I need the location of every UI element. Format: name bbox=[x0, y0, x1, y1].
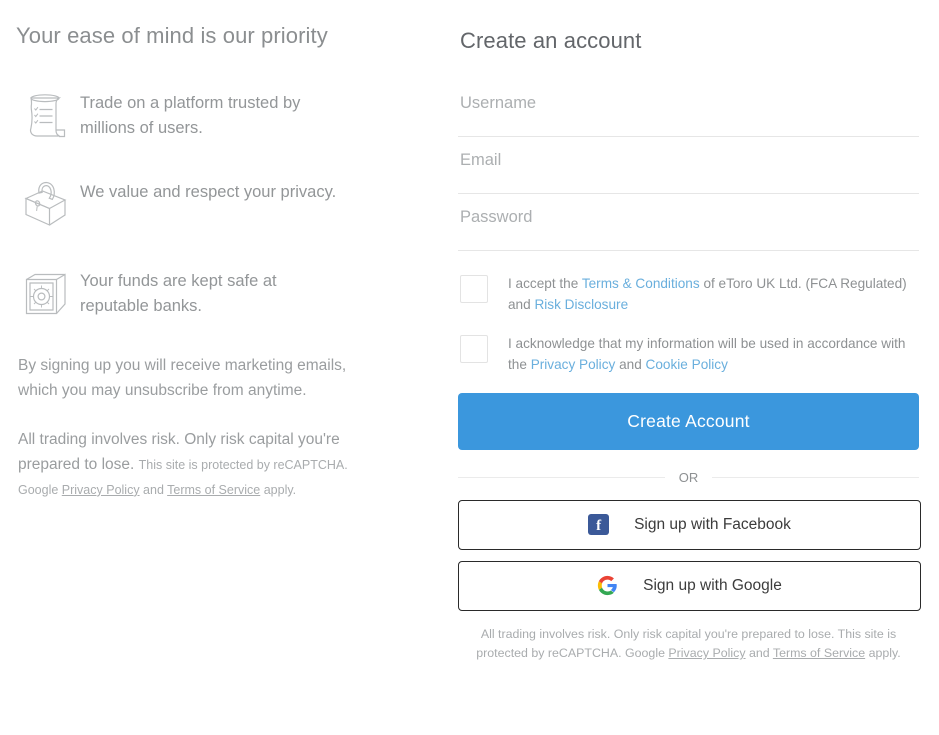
left-info-panel: Your ease of mind is our priority Trade … bbox=[0, 0, 415, 735]
google-icon bbox=[597, 575, 618, 596]
terms-consent-row: I accept the Terms & Conditions of eToro… bbox=[458, 273, 919, 316]
facebook-icon: f bbox=[588, 514, 610, 536]
or-line-left bbox=[458, 476, 665, 478]
signup-page: Your ease of mind is our priority Trade … bbox=[0, 0, 939, 735]
benefit-item: Your funds are kept safe at reputable ba… bbox=[14, 264, 397, 326]
padlock-icon bbox=[14, 175, 80, 237]
signup-form-panel: Create an account I accept the Terms & C… bbox=[415, 0, 939, 735]
terms-checkbox[interactable] bbox=[460, 275, 488, 303]
form-title: Create an account bbox=[460, 28, 642, 53]
email-field[interactable] bbox=[458, 137, 919, 194]
privacy-consent-label: I acknowledge that my information will b… bbox=[508, 333, 919, 376]
privacy-policy-link[interactable]: Privacy Policy bbox=[531, 357, 616, 372]
username-field[interactable] bbox=[458, 80, 919, 137]
recaptcha-note-and: and bbox=[139, 482, 168, 497]
footnote-and: and bbox=[745, 646, 773, 661]
form-footnote: All trading involves risk. Only risk cap… bbox=[458, 625, 919, 663]
username-input[interactable] bbox=[458, 80, 919, 113]
benefit-label: We value and respect your privacy. bbox=[80, 182, 337, 201]
benefit-item: We value and respect your privacy. bbox=[14, 175, 397, 237]
privacy-checkbox[interactable] bbox=[460, 334, 488, 363]
password-field[interactable] bbox=[458, 194, 919, 251]
create-account-button[interactable]: Create Account bbox=[458, 392, 919, 450]
or-divider: OR bbox=[458, 470, 919, 485]
facebook-signup-button[interactable]: f Sign up with Facebook bbox=[458, 499, 921, 550]
privacy-consent-row: I acknowledge that my information will b… bbox=[458, 333, 919, 376]
terms-conditions-link[interactable]: Terms & Conditions bbox=[582, 276, 700, 291]
form-fields bbox=[458, 80, 919, 251]
benefit-item: Trade on a platform trusted by millions … bbox=[14, 86, 397, 148]
or-line-right bbox=[712, 476, 919, 478]
privacy-text-part2: and bbox=[615, 357, 646, 373]
terms-consent-label: I accept the Terms & Conditions of eToro… bbox=[508, 273, 919, 316]
risk-disclosure-link[interactable]: Risk Disclosure bbox=[534, 297, 628, 312]
safe-vault-icon bbox=[14, 264, 80, 326]
google-signup-label: Sign up with Google bbox=[643, 576, 782, 594]
scroll-document-icon bbox=[14, 86, 80, 148]
email-input[interactable] bbox=[458, 137, 919, 170]
consent-checkboxes: I accept the Terms & Conditions of eToro… bbox=[458, 273, 919, 376]
benefit-label: Trade on a platform trusted by millions … bbox=[80, 93, 301, 138]
footnote-privacy-link[interactable]: Privacy Policy bbox=[668, 646, 745, 660]
facebook-signup-label: Sign up with Facebook bbox=[634, 515, 791, 533]
password-input[interactable] bbox=[458, 194, 919, 227]
benefits-list: Trade on a platform trusted by millions … bbox=[14, 86, 397, 326]
benefit-label: Your funds are kept safe at reputable ba… bbox=[80, 271, 277, 316]
footnote-terms-link[interactable]: Terms of Service bbox=[773, 646, 865, 660]
google-signup-button[interactable]: Sign up with Google bbox=[458, 560, 921, 611]
recaptcha-privacy-link[interactable]: Privacy Policy bbox=[62, 483, 140, 497]
cookie-policy-link[interactable]: Cookie Policy bbox=[646, 357, 728, 372]
footnote-post: apply. bbox=[865, 646, 901, 661]
page-title: Your ease of mind is our priority bbox=[16, 23, 328, 48]
recaptcha-note-post: apply. bbox=[260, 482, 297, 497]
marketing-note: By signing up you will receive marketing… bbox=[18, 356, 347, 399]
recaptcha-terms-link[interactable]: Terms of Service bbox=[167, 483, 260, 497]
or-label: OR bbox=[678, 469, 699, 485]
terms-text-part1: I accept the bbox=[508, 276, 582, 291]
risk-note: All trading involves risk. Only risk cap… bbox=[18, 427, 352, 502]
